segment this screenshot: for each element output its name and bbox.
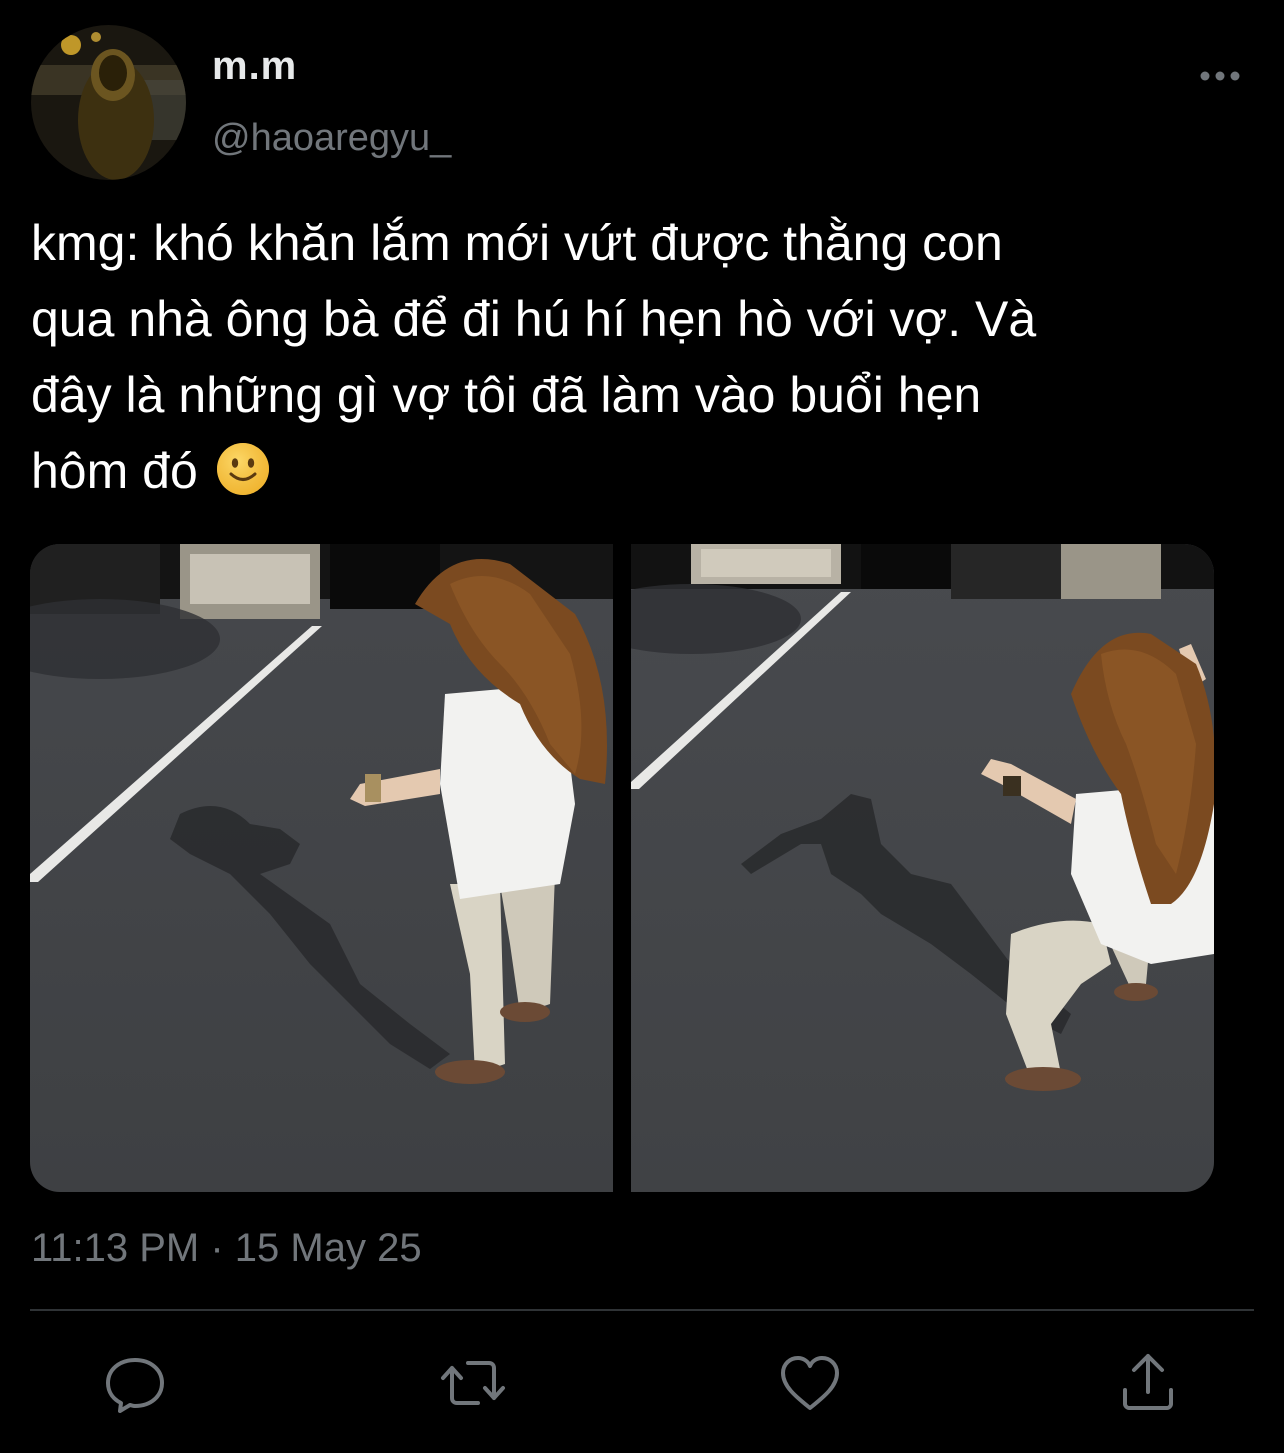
tweet-text: kmg: khó khăn lắm mới vứt được thằng con… [31,205,1267,509]
reply-icon[interactable] [100,1348,170,1418]
like-icon[interactable] [775,1348,845,1418]
slightly-smiling-face-icon [216,441,270,495]
more-dots-icon[interactable] [1196,58,1244,94]
tweet-timestamp[interactable]: 11:13 PM · 15 May 25 [31,1226,422,1271]
tweet-media [30,544,1214,1192]
avatar[interactable] [31,25,186,180]
tweet-text-body: kmg: khó khăn lắm mới vứt được thằng con… [31,215,1037,499]
display-name[interactable]: m.m [212,44,297,89]
tweet-photo-1[interactable] [30,544,613,1192]
user-handle[interactable]: @haoaregyu_ [212,117,451,160]
retweet-icon[interactable] [438,1348,508,1418]
avatar-image [31,25,186,180]
tweet-photo-2[interactable] [581,544,1214,1192]
divider [30,1309,1254,1311]
share-icon[interactable] [1113,1348,1183,1418]
